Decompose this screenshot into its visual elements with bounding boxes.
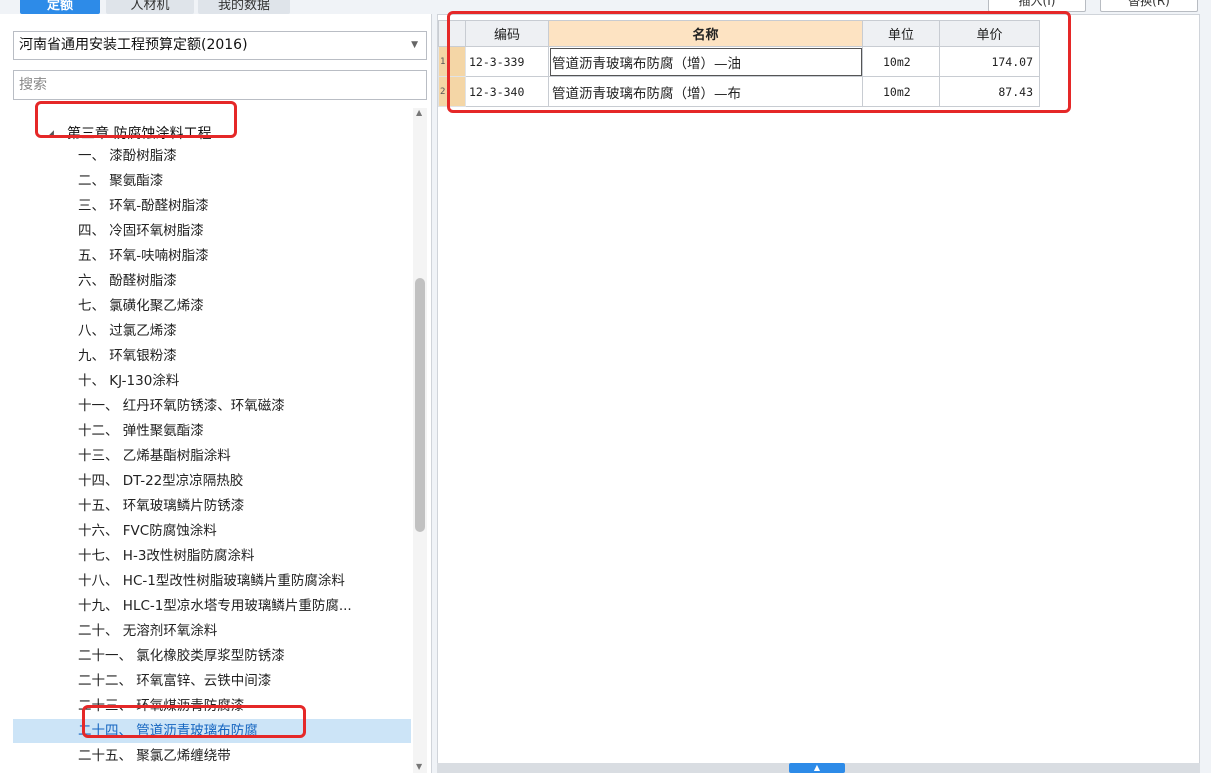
tree-item-label: 三、 环氧-酚醛树脂漆	[78, 198, 209, 214]
tree-item-label: 八、 过氯乙烯漆	[78, 323, 177, 339]
tree-item[interactable]: 十二、 弹性聚氨酯漆	[13, 419, 411, 443]
cell-unit[interactable]: 10m2	[862, 76, 940, 107]
tree-item[interactable]: 二十、 无溶剂环氧涂料	[13, 619, 411, 643]
tree-item[interactable]: 十四、 DT-22型凉凉隔热胶	[13, 469, 411, 493]
tree-item-label: 六、 酚醛树脂漆	[78, 273, 177, 289]
tree-scrollbar[interactable]: ▲ ▼	[413, 108, 427, 773]
horizontal-scrollbar[interactable]: ▲	[437, 763, 1200, 773]
row-number: 1	[438, 46, 466, 77]
cell-price[interactable]: 87.43	[939, 76, 1040, 107]
table-header-row: 编码 名称 单位 单价	[438, 20, 1040, 47]
tree-item[interactable]: 九、 环氧银粉漆	[13, 344, 411, 368]
tree-item-label: 十九、 HLC-1型凉水塔专用玻璃鳞片重防腐...	[78, 598, 352, 614]
column-header-name[interactable]: 名称	[548, 20, 863, 47]
tree-item-label: 十七、 H-3改性树脂防腐涂料	[78, 548, 255, 564]
tree-item-label: 七、 氯磺化聚乙烯漆	[78, 298, 204, 314]
tree-item-label: 十四、 DT-22型凉凉隔热胶	[78, 473, 244, 489]
cell-unit[interactable]: 10m2	[862, 46, 940, 77]
tree-item[interactable]: 十九、 HLC-1型凉水塔专用玻璃鳞片重防腐...	[13, 594, 411, 618]
tree-item-label: 一、 漆酚树脂漆	[78, 148, 177, 164]
tree-item-label: 二、 聚氨酯漆	[78, 173, 164, 189]
tree-item[interactable]: 十五、 环氧玻璃鳞片防锈漆	[13, 494, 411, 518]
table-row[interactable]: 2 12-3-340 管道沥青玻璃布防腐（增）—布 10m2 87.43	[438, 76, 1040, 107]
tree-item[interactable]: 三、 环氧-酚醛树脂漆	[13, 194, 411, 218]
quota-tree-panel: 河南省通用安装工程预算定额(2016) ▼ 搜索 ◢ 第三章 防腐蚀涂料工程 一…	[0, 14, 432, 773]
quota-library-value: 河南省通用安装工程预算定额(2016)	[19, 37, 248, 53]
tree-item-label: 十三、 乙烯基酯树脂涂料	[78, 448, 231, 464]
cell-code[interactable]: 12-3-340	[465, 76, 549, 107]
cell-price[interactable]: 174.07	[939, 46, 1040, 77]
tree-item-label: 二十五、 聚氯乙烯缠绕带	[78, 748, 231, 764]
quota-items-panel: 编码 名称 单位 单价 1 12-3-339 管道沥青玻璃布防腐（增）—油 10…	[437, 14, 1200, 766]
tree-item-label: 二十一、 氯化橡胶类厚浆型防锈漆	[78, 648, 285, 664]
column-header-unit[interactable]: 单位	[862, 20, 940, 47]
window-edge	[1200, 14, 1211, 773]
table-row[interactable]: 1 12-3-339 管道沥青玻璃布防腐（增）—油 10m2 174.07	[438, 46, 1040, 77]
tree-item[interactable]: 二十六、 H87防腐涂料	[13, 769, 411, 773]
tree-item[interactable]: 七、 氯磺化聚乙烯漆	[13, 294, 411, 318]
tree-item[interactable]: 二十四、 管道沥青玻璃布防腐	[13, 719, 411, 743]
tree-chapter-node[interactable]: ◢ 第三章 防腐蚀涂料工程	[13, 122, 411, 146]
tree-item[interactable]: 十一、 红丹环氧防锈漆、环氧磁漆	[13, 394, 411, 418]
cell-code[interactable]: 12-3-339	[465, 46, 549, 77]
chapter-label: 第三章 防腐蚀涂料工程	[67, 126, 212, 142]
tree-item-label: 五、 环氧-呋喃树脂漆	[78, 248, 209, 264]
tree-item-label: 十一、 红丹环氧防锈漆、环氧磁漆	[78, 398, 285, 414]
tree-item[interactable]: 四、 冷固环氧树脂漆	[13, 219, 411, 243]
tree-scrollbar-thumb[interactable]	[415, 278, 425, 532]
quota-tree: ◢ 第三章 防腐蚀涂料工程 一、 漆酚树脂漆 二、 聚氨酯漆三、 环氧-酚醛树脂漆…	[13, 108, 411, 773]
tree-item-label: 二十六、 H87防腐涂料	[78, 769, 218, 773]
tree-item[interactable]: 二十二、 环氧富锌、云铁中间漆	[13, 669, 411, 693]
tree-item-label: 九、 环氧银粉漆	[78, 348, 177, 364]
quota-library-select[interactable]: 河南省通用安装工程预算定额(2016) ▼	[13, 31, 427, 60]
tree-item-label: 二十、 无溶剂环氧涂料	[78, 623, 218, 639]
tree-item[interactable]: 十七、 H-3改性树脂防腐涂料	[13, 544, 411, 568]
tree-item[interactable]: 十六、 FVC防腐蚀涂料	[13, 519, 411, 543]
tree-item[interactable]: 十、 KJ-130涂料	[13, 369, 411, 393]
cell-name[interactable]: 管道沥青玻璃布防腐（增）—油	[548, 46, 863, 77]
tab-labor-material-machine[interactable]: 人材机	[106, 0, 194, 14]
scroll-up-icon[interactable]: ▲	[416, 108, 422, 117]
tree-item-label: 二十二、 环氧富锌、云铁中间漆	[78, 673, 272, 689]
quota-items-table: 编码 名称 单位 单价 1 12-3-339 管道沥青玻璃布防腐（增）—油 10…	[438, 20, 1040, 107]
scroll-down-icon[interactable]: ▼	[416, 762, 422, 771]
app-window: 定额 人材机 我的数据 插入(I) 替换(R) 河南省通用安装工程预算定额(20…	[0, 0, 1211, 773]
tree-item-label: 十五、 环氧玻璃鳞片防锈漆	[78, 498, 245, 514]
tree-item[interactable]: 十三、 乙烯基酯树脂涂料	[13, 444, 411, 468]
tree-item-label: 四、 冷固环氧树脂漆	[78, 223, 204, 239]
top-toolbar: 定额 人材机 我的数据 插入(I) 替换(R)	[0, 0, 1211, 14]
search-input[interactable]: 搜索	[13, 70, 427, 100]
tree-item[interactable]: 二十三、 环氧煤沥青防腐漆	[13, 694, 411, 718]
tree-item-label: 十六、 FVC防腐蚀涂料	[78, 523, 217, 539]
expand-triangle-icon[interactable]: ◢	[47, 122, 54, 146]
row-number-header	[438, 20, 466, 47]
tree-item-label: 二十三、 环氧煤沥青防腐漆	[78, 698, 245, 714]
insert-button[interactable]: 插入(I)	[988, 0, 1086, 12]
chevron-down-icon: ▼	[411, 40, 418, 50]
tree-item[interactable]: 一、 漆酚树脂漆	[13, 144, 411, 168]
row-number: 2	[438, 76, 466, 107]
tree-item-label: 十、 KJ-130涂料	[78, 373, 180, 389]
tab-quota[interactable]: 定额	[20, 0, 100, 14]
column-header-price[interactable]: 单价	[939, 20, 1040, 47]
tree-item[interactable]: 五、 环氧-呋喃树脂漆	[13, 244, 411, 268]
tree-item-label: 十八、 HC-1型改性树脂玻璃鳞片重防腐涂料	[78, 573, 345, 589]
column-header-code[interactable]: 编码	[465, 20, 549, 47]
tree-item[interactable]: 十八、 HC-1型改性树脂玻璃鳞片重防腐涂料	[13, 569, 411, 593]
tree-item-label: 十二、 弹性聚氨酯漆	[78, 423, 204, 439]
tree-item[interactable]: 二十一、 氯化橡胶类厚浆型防锈漆	[13, 644, 411, 668]
tab-my-data[interactable]: 我的数据	[198, 0, 290, 14]
tree-item[interactable]: 八、 过氯乙烯漆	[13, 319, 411, 343]
tree-item[interactable]: 六、 酚醛树脂漆	[13, 269, 411, 293]
tree-item[interactable]: 二十五、 聚氯乙烯缠绕带	[13, 744, 411, 768]
tree-item-label: 二十四、 管道沥青玻璃布防腐	[78, 723, 258, 739]
horizontal-scrollbar-thumb[interactable]: ▲	[789, 763, 845, 773]
tree-item[interactable]: 二、 聚氨酯漆	[13, 169, 411, 193]
replace-button[interactable]: 替换(R)	[1100, 0, 1198, 12]
cell-name[interactable]: 管道沥青玻璃布防腐（增）—布	[548, 76, 863, 107]
